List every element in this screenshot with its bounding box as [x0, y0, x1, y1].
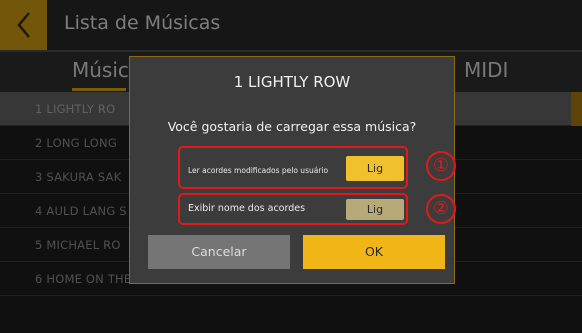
read-modified-chords-toggle[interactable]: Lig [346, 156, 404, 181]
cancel-button[interactable]: Cancelar [148, 235, 290, 269]
option-label: Ler acordes modificados pelo usuário [188, 166, 329, 175]
ok-button[interactable]: OK [303, 235, 445, 269]
annotation-marker-2: ② [426, 194, 456, 224]
load-song-dialog: 1 LIGHTLY ROW Você gostaria de carregar … [129, 56, 456, 284]
option-read-modified-chords: Ler acordes modificados pelo usuário Lig [178, 146, 408, 189]
annotation-marker-1: ① [426, 151, 456, 181]
dialog-question: Você gostaria de carregar essa música? [167, 119, 417, 134]
dialog-title: 1 LIGHTLY ROW [233, 73, 351, 91]
option-label: Exibir nome dos acordes [188, 203, 306, 214]
show-chord-names-toggle[interactable]: Lig [346, 199, 404, 220]
option-show-chord-names: Exibir nome dos acordes Lig [178, 193, 408, 225]
